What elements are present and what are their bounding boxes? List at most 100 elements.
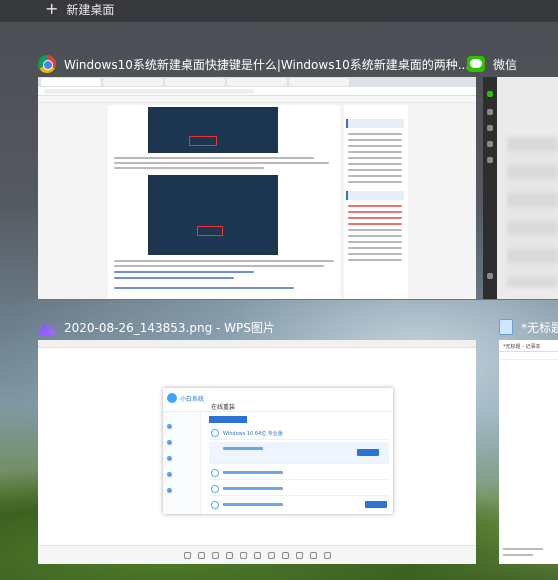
browser-tab: [289, 78, 349, 86]
files-icon: [487, 141, 493, 147]
notepad-menu: [499, 352, 558, 360]
os-row: [209, 442, 389, 464]
sidebar-link[interactable]: [348, 133, 402, 135]
dialog-heading: 在线重装: [211, 404, 236, 411]
window-title-browser[interactable]: Windows10系统新建桌面快捷键是什么|Windows10系统新建桌面的两种…: [38, 55, 476, 73]
blurred-chat-list: [507, 137, 558, 287]
wechat-nav-bar: [483, 77, 497, 299]
link-line[interactable]: [114, 277, 234, 279]
sidebar-heading: [346, 119, 404, 128]
highlight-box: [189, 136, 217, 146]
notepad-window-title: *无标题: [521, 320, 558, 335]
row-text: [223, 487, 283, 490]
wps-toolbar: [38, 545, 476, 564]
sidebar-heading: [346, 191, 404, 200]
notepad-text-area: [499, 360, 558, 564]
windows-icon: [211, 501, 219, 509]
fit-icon: [225, 551, 233, 559]
window-title-notepad[interactable]: *无标题: [499, 318, 558, 336]
notepad-titlebar: *无标题 - 记事本: [499, 340, 558, 352]
sidebar: [344, 105, 408, 299]
sidebar-link[interactable]: [348, 259, 402, 261]
windows-icon: [211, 485, 219, 493]
windows-icon: [211, 469, 219, 477]
sidebar-link[interactable]: [348, 163, 402, 165]
text-line: [114, 260, 334, 262]
logo-icon: [167, 393, 177, 403]
sidebar-link[interactable]: [348, 181, 402, 183]
installer-dialog: 小白系统 在线重装 Windows 10 64位 专业版: [163, 388, 393, 514]
dot-icon: [167, 488, 172, 493]
row-text: [223, 471, 283, 474]
browser-tab-strip: [38, 77, 476, 87]
dot-icon: [167, 440, 172, 445]
sidebar-link[interactable]: [348, 223, 402, 225]
sidebar-link[interactable]: [348, 253, 402, 255]
article-screenshot: [148, 175, 278, 255]
link-line[interactable]: [114, 287, 294, 289]
tab-active: [209, 416, 247, 423]
sidebar-link[interactable]: [348, 139, 402, 141]
sidebar-link[interactable]: [348, 229, 402, 231]
sidebar-link[interactable]: [348, 145, 402, 147]
browser-tab: [41, 78, 101, 86]
next-button: [365, 501, 387, 508]
crop-icon: [253, 551, 261, 559]
wechat-icon: [467, 56, 485, 72]
sidebar-link[interactable]: [348, 157, 402, 159]
dialog-sidebar: [163, 412, 201, 514]
wechat-window-thumbnail[interactable]: [483, 77, 558, 299]
share-icon: [309, 551, 317, 559]
window-title-wps[interactable]: 2020-08-26_143853.png - WPS图片: [38, 318, 476, 336]
chat-icon: [487, 91, 493, 97]
delete-icon: [295, 551, 303, 559]
menu-icon: [487, 273, 493, 279]
favorites-icon: [487, 125, 493, 131]
dot-icon: [167, 424, 172, 429]
sidebar-link[interactable]: [348, 169, 402, 171]
sidebar-link[interactable]: [348, 247, 402, 249]
bookmarks-bar: [38, 96, 476, 103]
brand-name: 小白系统: [180, 395, 205, 403]
sidebar-link[interactable]: [348, 217, 402, 219]
os-row-selected: Windows 10 64位 专业版: [209, 426, 389, 440]
os-row: [209, 482, 389, 496]
sidebar-link[interactable]: [348, 211, 402, 213]
sidebar-link[interactable]: [348, 151, 402, 153]
address-bar: [38, 87, 476, 96]
dot-icon: [167, 472, 172, 477]
prev-icon: [183, 551, 191, 559]
browser-window-thumbnail[interactable]: [38, 77, 476, 299]
sidebar-link[interactable]: [348, 241, 402, 243]
notepad-icon: [499, 319, 513, 335]
sidebar-link[interactable]: [348, 235, 402, 237]
text-line: [114, 157, 314, 159]
wps-window-thumbnail[interactable]: 小白系统 在线重装 Windows 10 64位 专业版: [38, 340, 476, 564]
os-row: [209, 466, 389, 480]
more-icon: [323, 551, 331, 559]
rotate-icon: [239, 551, 247, 559]
plus-icon: +: [45, 0, 59, 18]
sidebar-item: [167, 440, 172, 445]
window-title-wechat[interactable]: 微信: [467, 55, 558, 73]
notepad-window-thumbnail[interactable]: *无标题 - 记事本: [499, 340, 558, 564]
os-row: [209, 498, 389, 512]
wps-window-title: 2020-08-26_143853.png - WPS图片: [64, 320, 275, 335]
link-line[interactable]: [114, 271, 254, 273]
browser-tab: [227, 78, 287, 86]
browser-tab: [165, 78, 225, 86]
browser-tab: [103, 78, 163, 86]
text-line: [114, 162, 329, 164]
install-button: [357, 449, 379, 456]
moments-icon: [487, 157, 493, 163]
wps-titlebar: [38, 340, 476, 348]
sidebar-link[interactable]: [348, 175, 402, 177]
web-page: [38, 103, 476, 299]
edit-icon: [267, 551, 275, 559]
new-desktop-button[interactable]: + 新建桌面: [45, 0, 114, 18]
article-screenshot: [148, 107, 278, 153]
dialog-main: 在线重装 Windows 10 64位 专业版: [203, 402, 391, 512]
sidebar-item: [167, 472, 172, 477]
sidebar-link[interactable]: [348, 205, 402, 207]
row-text: [223, 447, 263, 450]
